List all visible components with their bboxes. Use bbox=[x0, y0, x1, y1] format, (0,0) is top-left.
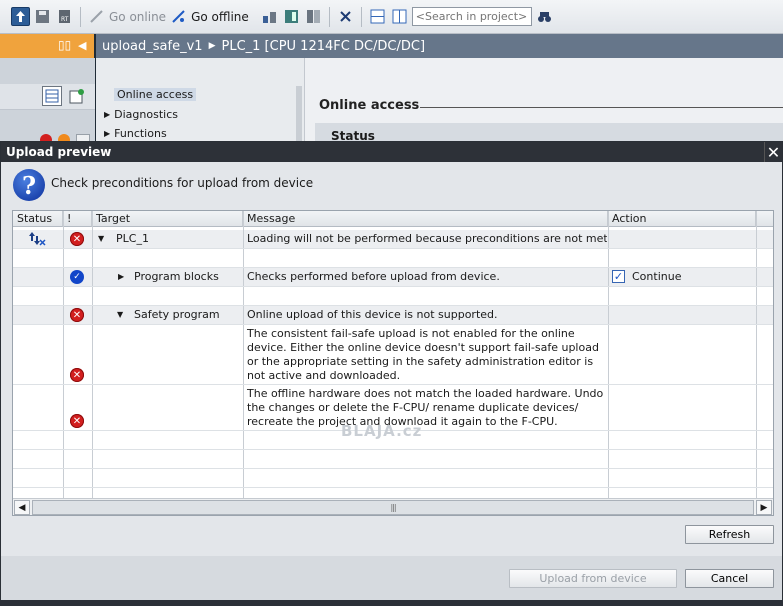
split-editor-icon[interactable] bbox=[282, 7, 301, 26]
check-ok-icon: ✓ bbox=[70, 270, 84, 284]
search-input[interactable] bbox=[411, 7, 532, 26]
column-header-action[interactable]: Action bbox=[608, 211, 756, 227]
close-icon[interactable]: ✕ bbox=[764, 142, 782, 162]
dialog-titlebar[interactable]: Upload preview bbox=[1, 142, 782, 162]
column-divider bbox=[243, 211, 244, 498]
column-divider bbox=[92, 211, 93, 498]
accessible-devices-icon[interactable] bbox=[260, 7, 279, 26]
column-header-severity[interactable]: ! bbox=[63, 211, 92, 227]
question-icon: ? bbox=[13, 169, 45, 201]
nav-scrollbar[interactable] bbox=[296, 86, 302, 148]
navigation-pane: Online access ▶ Diagnostics ▶ Functions bbox=[96, 58, 304, 148]
nav-item-label: Functions bbox=[114, 127, 167, 140]
row-divider bbox=[13, 305, 773, 306]
nav-item-label: Online access bbox=[114, 88, 197, 101]
expand-triangle-icon[interactable]: ▶ bbox=[118, 270, 124, 284]
continue-checkbox[interactable]: ✓ bbox=[612, 270, 625, 283]
error-icon: ✕ bbox=[70, 232, 84, 246]
row-divider bbox=[13, 286, 773, 287]
nav-item-functions[interactable]: ▶ Functions bbox=[104, 127, 167, 140]
refresh-button[interactable]: Refresh bbox=[685, 525, 774, 544]
cross-reference-icon[interactable] bbox=[304, 7, 323, 26]
title-divider bbox=[420, 107, 783, 108]
online-access-editor: Online access Status bbox=[304, 58, 783, 148]
split-vertical-icon[interactable] bbox=[390, 7, 409, 26]
row-divider bbox=[13, 468, 773, 469]
row-divider bbox=[13, 449, 773, 450]
nav-item-diagnostics[interactable]: ▶ Diagnostics bbox=[104, 108, 178, 121]
cancel-button[interactable]: Cancel bbox=[685, 569, 774, 588]
row-divider bbox=[13, 487, 773, 488]
pin-icon[interactable]: ▯▯ bbox=[58, 38, 71, 52]
row-message: Checks performed before upload from devi… bbox=[247, 270, 500, 283]
go-offline-button[interactable]: Go offline bbox=[191, 10, 249, 24]
close-editor-icon[interactable] bbox=[336, 7, 355, 26]
column-header-message[interactable]: Message bbox=[243, 211, 608, 227]
upload-from-device-button[interactable]: Upload from device bbox=[509, 569, 677, 588]
add-table-icon[interactable] bbox=[67, 86, 87, 106]
column-header-filler bbox=[756, 211, 773, 227]
column-header-status[interactable]: Status bbox=[13, 211, 63, 227]
scrollbar-thumb[interactable]: ||| bbox=[32, 500, 754, 515]
row-target: PLC_1 bbox=[116, 232, 149, 245]
column-divider bbox=[63, 211, 64, 498]
row-divider bbox=[13, 248, 773, 249]
preview-table: Status ! Target Message Action ✕ ▼ PLC_1… bbox=[12, 210, 774, 516]
go-online-button[interactable]: Go online bbox=[109, 10, 166, 24]
nav-item-label: Diagnostics bbox=[114, 108, 178, 121]
save-icon[interactable] bbox=[33, 7, 52, 26]
row-action-label: Continue bbox=[632, 270, 682, 283]
section-title: Online access bbox=[319, 98, 420, 113]
column-divider bbox=[756, 211, 757, 498]
toolbar-separator bbox=[80, 6, 81, 27]
toolbar-separator bbox=[360, 6, 362, 27]
row-message: The consistent fail-safe upload is not e… bbox=[247, 327, 599, 382]
column-header-target[interactable]: Target bbox=[92, 211, 243, 227]
scroll-right-icon[interactable]: ▶ bbox=[756, 500, 772, 515]
breadcrumb-device[interactable]: PLC_1 [CPU 1214FC DC/DC/DC] bbox=[215, 39, 431, 54]
breadcrumb-separator-icon: ▶ bbox=[208, 41, 216, 51]
go-offline-icon bbox=[169, 7, 188, 26]
row-message: The offline hardware does not match the … bbox=[247, 387, 604, 428]
error-icon: ✕ bbox=[70, 308, 84, 322]
upload-icon[interactable] bbox=[11, 7, 30, 26]
row-target: Program blocks bbox=[134, 270, 219, 283]
svg-text:RT: RT bbox=[61, 16, 69, 23]
error-icon: ✕ bbox=[70, 368, 84, 382]
horizontal-scrollbar[interactable]: ◀ ||| ▶ bbox=[13, 498, 773, 515]
expand-triangle-icon[interactable]: ▶ bbox=[104, 129, 110, 138]
split-horizontal-icon[interactable] bbox=[368, 7, 387, 26]
dialog-footer: Upload from device Cancel bbox=[1, 556, 782, 600]
row-divider bbox=[13, 384, 773, 385]
memory-card-icon[interactable]: RT bbox=[55, 7, 74, 26]
search-binoculars-icon[interactable] bbox=[535, 7, 554, 26]
expand-triangle-icon[interactable]: ▶ bbox=[104, 110, 110, 119]
dialog-instruction: Check preconditions for upload from devi… bbox=[51, 176, 314, 190]
column-divider bbox=[608, 211, 609, 498]
row-message: Online upload of this device is not supp… bbox=[247, 308, 498, 321]
row-divider bbox=[13, 267, 773, 268]
grid-view-icon[interactable] bbox=[42, 86, 62, 106]
breadcrumb-project[interactable]: upload_safe_v1 bbox=[95, 39, 209, 54]
window-bottom-edge bbox=[0, 600, 783, 606]
collapse-left-icon[interactable]: ◀ bbox=[78, 39, 86, 52]
main-toolbar: RT Go online Go offline bbox=[0, 0, 783, 34]
dialog-title: Upload preview bbox=[6, 145, 112, 159]
scroll-left-icon[interactable]: ◀ bbox=[14, 500, 30, 515]
expand-triangle-icon[interactable]: ▼ bbox=[98, 232, 104, 246]
project-tree-pane bbox=[0, 58, 95, 148]
error-icon: ✕ bbox=[70, 414, 84, 428]
row-divider bbox=[13, 324, 773, 325]
upload-preview-dialog: Upload preview ✕ ? Check preconditions f… bbox=[0, 141, 783, 600]
go-online-icon bbox=[87, 7, 106, 26]
nav-item-online-access[interactable]: Online access bbox=[114, 88, 197, 101]
row-target: Safety program bbox=[134, 308, 220, 321]
project-tree-toolbar bbox=[0, 84, 95, 110]
toolbar-separator bbox=[328, 6, 330, 27]
row-message: Loading will not be performed because pr… bbox=[247, 232, 607, 245]
expand-triangle-icon[interactable]: ▼ bbox=[117, 308, 123, 322]
watermark: BLAJA.cz bbox=[341, 422, 423, 440]
breadcrumb: upload_safe_v1 ▶ PLC_1 [CPU 1214FC DC/DC… bbox=[95, 34, 783, 58]
upload-status-icon bbox=[28, 231, 46, 250]
